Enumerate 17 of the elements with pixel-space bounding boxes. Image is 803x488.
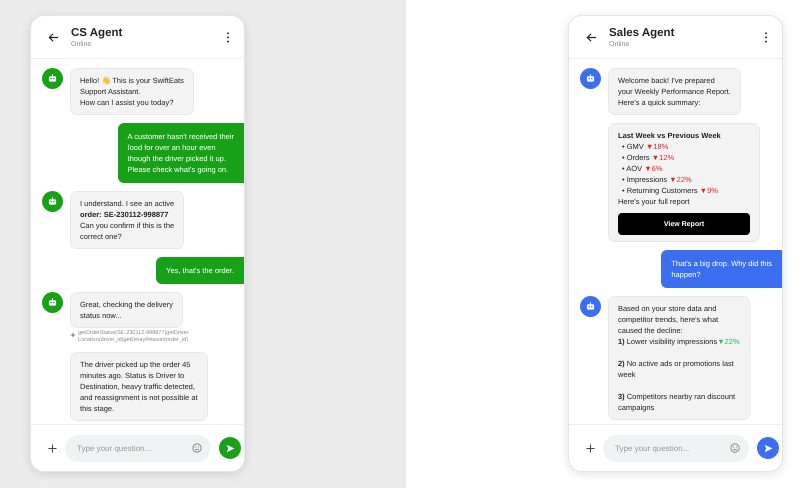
add-icon[interactable] <box>586 444 595 452</box>
more-menu-icon[interactable] <box>764 32 768 42</box>
send-icon <box>764 444 772 452</box>
add-icon[interactable] <box>48 444 57 452</box>
message-input[interactable]: Type your question... <box>65 434 211 462</box>
sparkle-icon <box>70 332 76 338</box>
more-menu-icon[interactable] <box>226 32 230 42</box>
chat-title: CS Agent <box>71 26 124 38</box>
emoji-icon[interactable] <box>730 443 740 453</box>
send-button[interactable] <box>757 437 779 459</box>
chat-title: Sales Agent <box>609 26 676 38</box>
send-icon <box>226 444 234 452</box>
back-arrow-icon[interactable] <box>586 32 597 42</box>
back-arrow-icon[interactable] <box>48 32 59 42</box>
message-input[interactable]: Type your question... <box>603 434 749 462</box>
emoji-icon[interactable] <box>192 443 202 453</box>
send-button[interactable] <box>219 437 241 459</box>
